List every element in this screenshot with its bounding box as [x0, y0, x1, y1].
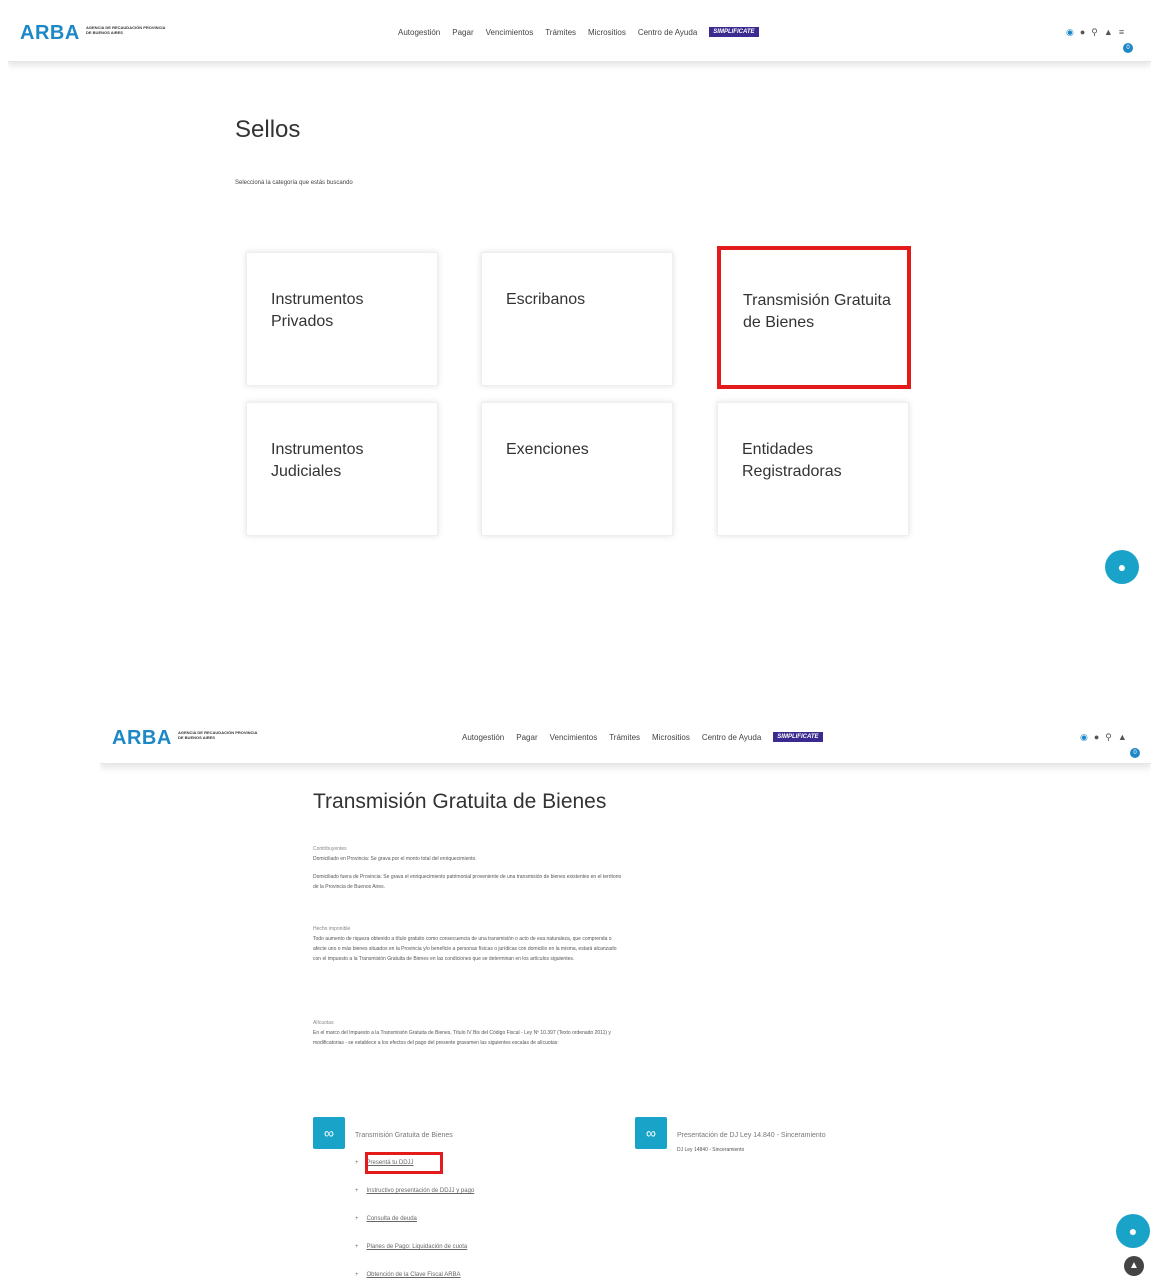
- link-planes-pago[interactable]: + Planes de Pago: Liquidación de cuota: [355, 1244, 467, 1250]
- location-pin-icon[interactable]: ●: [1094, 732, 1099, 743]
- nav-tramites[interactable]: Trámites: [609, 733, 640, 742]
- section-paragraph: Domiciliado fuera de Provincia: Se grava…: [313, 874, 622, 890]
- nav-centro-ayuda[interactable]: Centro de Ayuda: [638, 28, 697, 37]
- globe-icon[interactable]: ◉: [1080, 732, 1088, 743]
- menu-icon[interactable]: ≡: [1119, 27, 1124, 38]
- card-label: Entidades Registradoras: [742, 441, 842, 480]
- chat-icon[interactable]: ●: [1116, 1214, 1150, 1248]
- card-transmision-gratuita[interactable]: Transmisión Gratuita de Bienes: [717, 246, 911, 389]
- card-label: Escribanos: [506, 291, 586, 308]
- scroll-up-icon[interactable]: ▲: [1124, 1256, 1144, 1276]
- section-paragraph: En el marco del Impuesto a la Transmisió…: [313, 1030, 611, 1046]
- link-label[interactable]: Consulta de deuda: [367, 1216, 417, 1222]
- nav-pagar[interactable]: Pagar: [452, 28, 473, 37]
- block-title-transmision[interactable]: Transmisión Gratuita de Bienes: [355, 1132, 453, 1139]
- card-label: Transmisión Gratuita de Bienes: [743, 292, 891, 331]
- card-label: Instrumentos Privados: [271, 291, 364, 330]
- section-heading: Contribuyentes: [313, 846, 347, 852]
- link-consulta-deuda[interactable]: + Consulta de deuda: [355, 1216, 417, 1222]
- plus-icon: +: [355, 1272, 359, 1278]
- site-header: ARBA AGENCIA DE RECAUDACIÓN PROVINCIA DE…: [100, 712, 1151, 764]
- screenshot-sellos: ARBA AGENCIA DE RECAUDACIÓN PROVINCIA DE…: [8, 0, 1151, 585]
- chat-icon[interactable]: ●: [1105, 550, 1139, 584]
- notification-badge: 0: [1123, 43, 1133, 53]
- section-heading: Alícuotas: [313, 1020, 334, 1026]
- bell-icon[interactable]: ▲: [1104, 27, 1113, 38]
- nav-micrositios[interactable]: Micrositios: [652, 733, 690, 742]
- card-exenciones[interactable]: Exenciones: [481, 402, 673, 536]
- card-entidades-registradoras[interactable]: Entidades Registradoras: [717, 402, 909, 536]
- plus-icon: +: [355, 1244, 359, 1250]
- header-icons: ◉ ● ⚲ ▲: [1080, 732, 1127, 743]
- link-label[interactable]: Instructivo presentación de DDJJ y pago: [367, 1188, 475, 1194]
- main-nav: Autogestión Pagar Vencimientos Trámites …: [462, 732, 823, 742]
- link-icon: ∞: [313, 1117, 345, 1149]
- card-instrumentos-judiciales[interactable]: Instrumentos Judiciales: [246, 402, 438, 536]
- simplificate-badge[interactable]: SIMPLIFICATE: [709, 27, 759, 37]
- block-title-sinceramiento[interactable]: Presentación de DJ Ley 14.840 - Sinceram…: [677, 1132, 826, 1139]
- screenshot-transmision-gratuita: ARBA AGENCIA DE RECAUDACIÓN PROVINCIA DE…: [100, 712, 1151, 1282]
- nav-centro-ayuda[interactable]: Centro de Ayuda: [702, 733, 761, 742]
- page-subtitle: Seleccioná la categoría que estás buscan…: [235, 180, 353, 186]
- plus-icon: +: [355, 1216, 359, 1222]
- link-label[interactable]: Obtención de la Clave Fiscal ARBA: [367, 1272, 461, 1278]
- arba-logo[interactable]: ARBA: [20, 22, 80, 45]
- contribuyentes-section: Contribuyentes Domiciliado en Provincia:…: [313, 844, 623, 892]
- section-heading: Hecho imponible: [313, 926, 351, 932]
- nav-vencimientos[interactable]: Vencimientos: [486, 28, 534, 37]
- section-paragraph: Todo aumento de riqueza obtenido a títul…: [313, 936, 617, 962]
- card-instrumentos-privados[interactable]: Instrumentos Privados: [246, 252, 438, 386]
- arba-logo-subtitle: AGENCIA DE RECAUDACIÓN PROVINCIA DE BUEN…: [86, 25, 166, 35]
- arba-logo[interactable]: ARBA: [112, 727, 172, 750]
- block-subtitle-sinceramiento: DJ Ley 14840 - Sinceramiento: [677, 1147, 745, 1153]
- hecho-imponible-section: Hecho imponible Todo aumento de riqueza …: [313, 924, 623, 964]
- globe-icon[interactable]: ◉: [1066, 27, 1074, 38]
- main-nav: Autogestión Pagar Vencimientos Trámites …: [398, 27, 759, 37]
- search-icon[interactable]: ⚲: [1105, 732, 1112, 743]
- nav-micrositios[interactable]: Micrositios: [588, 28, 626, 37]
- header-icons: ◉ ● ⚲ ▲ ≡: [1066, 27, 1124, 38]
- card-escribanos[interactable]: Escribanos: [481, 252, 673, 386]
- link-clave-fiscal[interactable]: + Obtención de la Clave Fiscal ARBA: [355, 1272, 461, 1278]
- bell-icon[interactable]: ▲: [1118, 732, 1127, 743]
- alicuotas-section: Alícuotas En el marco del Impuesto a la …: [313, 1018, 623, 1048]
- page-title: Sellos: [235, 116, 301, 143]
- card-label: Exenciones: [506, 441, 589, 458]
- plus-icon: +: [355, 1188, 359, 1194]
- nav-autogestion[interactable]: Autogestión: [398, 28, 440, 37]
- notification-badge: 0: [1130, 748, 1140, 758]
- page-title: Transmisión Gratuita de Bienes: [313, 790, 607, 813]
- nav-tramites[interactable]: Trámites: [545, 28, 576, 37]
- section-paragraph: Domiciliado en Provincia: Se grava por e…: [313, 856, 477, 862]
- link-instructivo[interactable]: + Instructivo presentación de DDJJ y pago: [355, 1188, 474, 1194]
- link-icon: ∞: [635, 1117, 667, 1149]
- site-header: ARBA AGENCIA DE RECAUDACIÓN PROVINCIA DE…: [8, 0, 1151, 62]
- search-icon[interactable]: ⚲: [1091, 27, 1098, 38]
- arba-logo-subtitle: AGENCIA DE RECAUDACIÓN PROVINCIA DE BUEN…: [178, 730, 258, 740]
- location-pin-icon[interactable]: ●: [1080, 27, 1085, 38]
- nav-vencimientos[interactable]: Vencimientos: [550, 733, 598, 742]
- link-label[interactable]: Planes de Pago: Liquidación de cuota: [367, 1244, 468, 1250]
- simplificate-badge[interactable]: SIMPLIFICATE: [773, 732, 823, 742]
- card-label: Instrumentos Judiciales: [271, 441, 364, 480]
- highlight-box: [365, 1152, 443, 1174]
- nav-autogestion[interactable]: Autogestión: [462, 733, 504, 742]
- plus-icon: +: [355, 1160, 359, 1166]
- nav-pagar[interactable]: Pagar: [516, 733, 537, 742]
